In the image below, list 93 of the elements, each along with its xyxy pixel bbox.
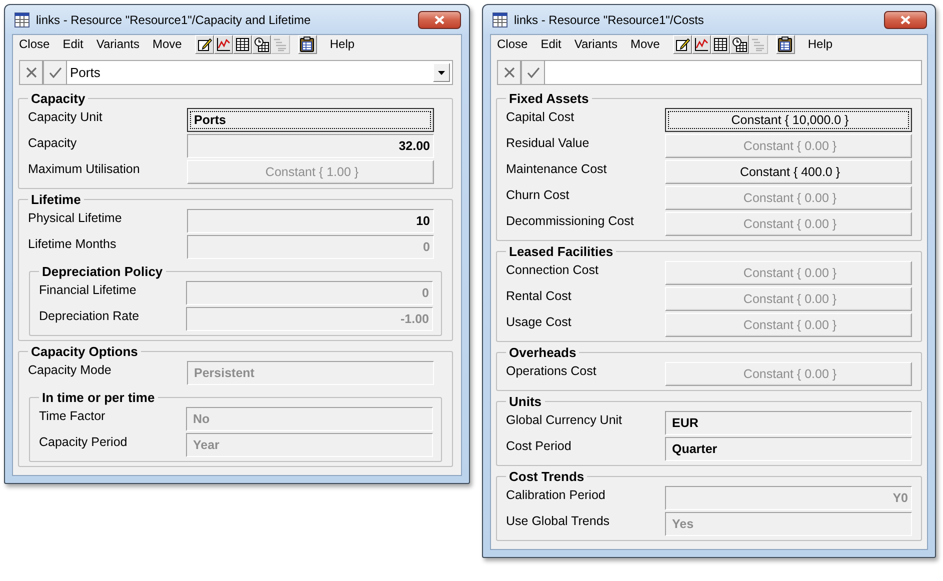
field-label: Use Global Trends (506, 513, 611, 530)
close-icon (434, 14, 445, 24)
clock-table-icon (254, 36, 269, 52)
cross-icon (504, 67, 514, 78)
note-pencil-icon (196, 36, 212, 52)
toolbar-button[interactable] (194, 34, 214, 54)
cancel-button[interactable] (19, 60, 43, 85)
field-label: Usage Cost (506, 314, 572, 331)
menu-item[interactable]: Help (808, 37, 833, 51)
menu-item[interactable]: Move (152, 37, 182, 51)
field-label: Rental Cost (506, 288, 572, 305)
input-text: Ports (69, 65, 102, 80)
close-button[interactable] (418, 10, 461, 28)
field-label: Time Factor (39, 408, 106, 425)
toolbar-button[interactable] (776, 34, 795, 54)
toolbar-button[interactable] (298, 34, 317, 54)
field-label: Connection Cost (506, 262, 600, 279)
field-label: Capacity Mode (28, 362, 112, 379)
cancel-button[interactable] (497, 60, 521, 85)
field-label: Cost Period (506, 438, 572, 455)
menu-item[interactable]: Variants (574, 37, 618, 51)
group-title: Fixed Assets (508, 91, 590, 106)
field-label: Depreciation Rate (39, 308, 140, 325)
accept-button[interactable] (43, 60, 67, 85)
input-field[interactable]: Ports (67, 60, 453, 85)
field-label: Operations Cost (506, 363, 598, 380)
value-button[interactable]: Constant { 400.0 } (665, 160, 912, 184)
field-label: Capacity Unit (28, 109, 104, 126)
caret-icon (438, 70, 445, 74)
group-title: Depreciation Policy (41, 264, 164, 279)
value-field[interactable]: 10 (187, 209, 434, 233)
menu-item[interactable]: Close (497, 37, 528, 51)
check-icon (48, 67, 62, 78)
dropdown-button[interactable] (433, 63, 450, 82)
table-icon (14, 12, 30, 28)
menu-item[interactable]: Close (19, 37, 50, 51)
menu-item[interactable]: Help (330, 37, 355, 51)
group-title: Overheads (508, 345, 578, 360)
clipboard-icon (299, 36, 316, 52)
close-button[interactable] (884, 10, 927, 28)
field-label: Global Currency Unit (506, 412, 624, 429)
menu-item[interactable]: Move (630, 37, 660, 51)
table-icon (234, 36, 250, 52)
field-label: Decommissioning Cost (506, 213, 635, 230)
field-label: Physical Lifetime (28, 210, 123, 227)
note-pencil-icon (674, 36, 690, 52)
clipboard-icon (777, 36, 794, 52)
field-label: Maximum Utilisation (28, 161, 141, 178)
value-field[interactable]: EUR (665, 411, 912, 435)
window-title: links - Resource "Resource1"/Capacity and Lifetime (36, 12, 312, 26)
field-label: Lifetime Months (28, 236, 118, 253)
clock-table-icon (732, 36, 747, 52)
window-title: links - Resource "Resource1"/Costs (514, 12, 705, 26)
field-label: Residual Value (506, 135, 590, 152)
menu-item[interactable]: Variants (96, 37, 140, 51)
value-button[interactable]: Constant { 10,000.0 } (665, 108, 912, 132)
menu-item[interactable]: Edit (540, 37, 562, 51)
table-icon (492, 12, 508, 28)
accept-button[interactable] (521, 60, 545, 85)
group-title: Leased Facilities (508, 244, 614, 259)
table-icon (712, 36, 728, 52)
field-label: Calibration Period (506, 487, 606, 504)
toolbar-button[interactable] (730, 34, 749, 54)
value-field[interactable]: 32.00 (187, 134, 434, 158)
toolbar-button[interactable] (710, 34, 730, 54)
group-title: Units (508, 394, 542, 409)
value-field[interactable]: Quarter (665, 437, 912, 461)
menu-item[interactable]: Edit (62, 37, 84, 51)
field-label: Maintenance Cost (506, 161, 608, 178)
list-icon (750, 36, 766, 52)
group-title: Cost Trends (508, 469, 586, 484)
list-icon (272, 36, 288, 52)
group-title: Capacity Options (30, 344, 139, 359)
field-label: Capacity (28, 135, 78, 152)
field-label: Capital Cost (506, 109, 576, 126)
toolbar-button[interactable] (232, 34, 252, 54)
unit-button[interactable]: Ports (187, 108, 434, 132)
check-icon (526, 67, 540, 78)
group-title: Lifetime (30, 192, 82, 207)
field-label: Capacity Period (39, 434, 128, 451)
group-title: Capacity (30, 91, 86, 106)
close-icon (900, 14, 911, 24)
cross-icon (26, 67, 36, 78)
toolbar-button[interactable] (252, 34, 271, 54)
field-label: Churn Cost (506, 187, 570, 204)
line-chart-icon (216, 36, 231, 52)
toolbar-button[interactable] (214, 34, 233, 54)
field-label: Financial Lifetime (39, 282, 138, 299)
group-title: In time or per time (41, 390, 156, 405)
toolbar-button[interactable] (672, 34, 692, 54)
input-field[interactable] (545, 60, 922, 85)
line-chart-icon (694, 36, 709, 52)
toolbar-button[interactable] (692, 34, 711, 54)
